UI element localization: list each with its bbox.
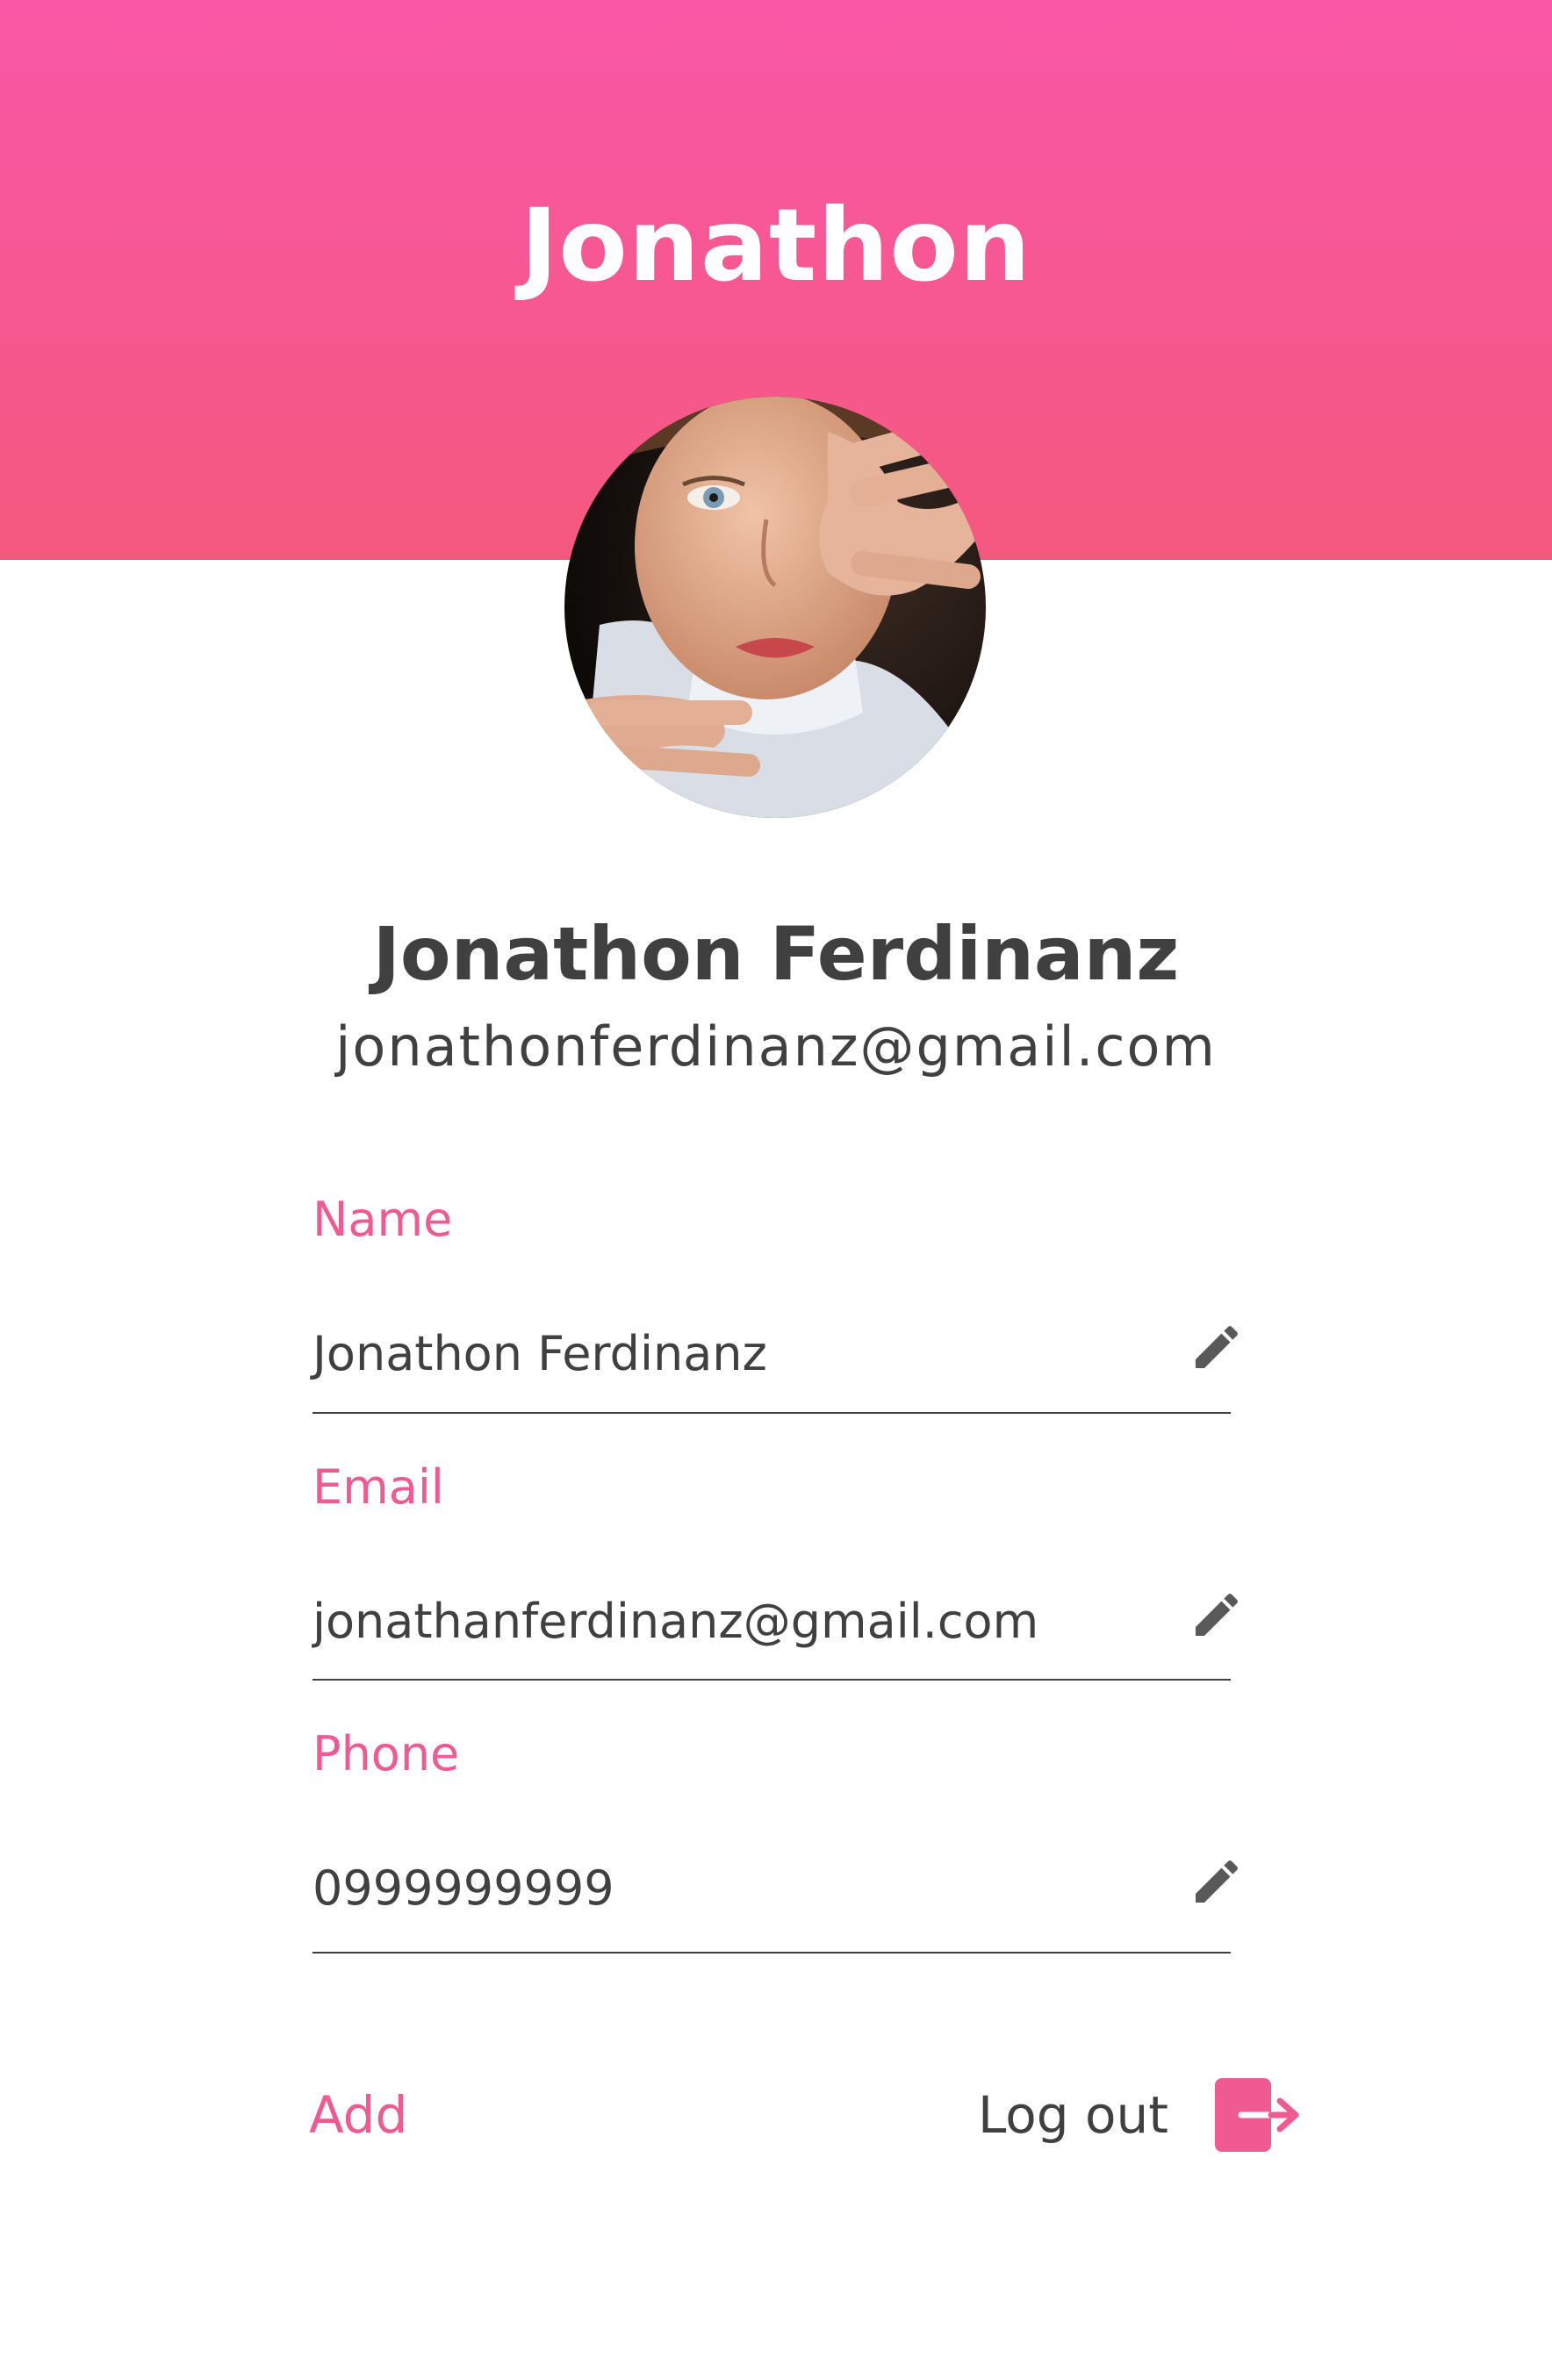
profile-full-name: Jonathon Ferdinanz — [372, 911, 1180, 997]
header-title: Jonathon — [521, 187, 1031, 304]
phone-field-underline — [313, 1952, 1231, 1953]
avatar[interactable] — [564, 397, 986, 818]
pencil-icon[interactable] — [1189, 1319, 1245, 1375]
logout-icon[interactable] — [1215, 2075, 1303, 2155]
email-field-label: Email — [313, 1459, 444, 1515]
avatar-image — [564, 397, 986, 818]
email-field-underline — [313, 1679, 1231, 1681]
profile-email: jonathonferdinanz@gmail.com — [335, 1014, 1217, 1079]
email-field-value[interactable]: jonathanferdinanz@gmail.com — [313, 1591, 1038, 1652]
pencil-icon[interactable] — [1189, 1853, 1245, 1910]
name-field-value[interactable]: Jonathon Ferdinanz — [313, 1323, 767, 1385]
phone-field-label: Phone — [313, 1726, 460, 1781]
pencil-icon[interactable] — [1189, 1587, 1245, 1643]
phone-field-value[interactable]: 0999999999 — [313, 1858, 614, 1919]
add-button[interactable]: Add — [309, 2080, 407, 2150]
name-field-label: Name — [313, 1192, 453, 1247]
logout-button[interactable]: Log out — [978, 2080, 1168, 2150]
name-field-underline — [313, 1412, 1231, 1414]
